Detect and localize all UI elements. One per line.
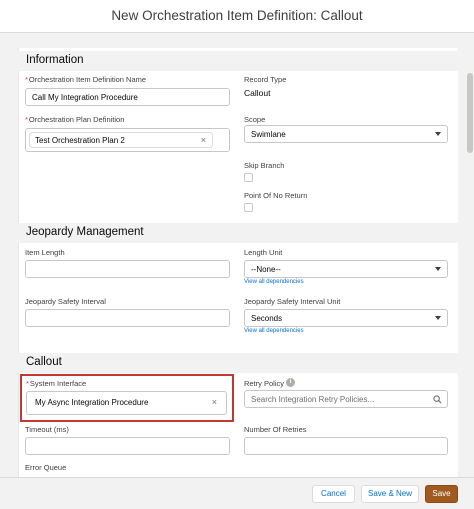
modal-footer: Cancel Save & New Save (0, 477, 474, 509)
safety-interval-label: Jeopardy Safety Interval (25, 297, 106, 306)
section-jeopardy: Jeopardy Management (18, 223, 458, 243)
view-dependencies-link[interactable]: View all dependencies (244, 279, 304, 285)
safety-interval-input[interactable] (25, 309, 230, 327)
name-label: *Orchestration Item Definition Name (25, 75, 147, 84)
skip-branch-label: Skip Branch (244, 161, 285, 170)
skip-branch-checkbox[interactable] (244, 173, 253, 182)
system-interface-pill[interactable]: My Async Integration Procedure × (30, 395, 223, 411)
system-interface-value: My Async Integration Procedure (35, 398, 149, 407)
retry-policy-placeholder: Search Integration Retry Policies... (251, 395, 375, 404)
section-information-title: Information (26, 54, 84, 66)
record-type-value: Callout (244, 88, 271, 98)
chevron-down-icon (435, 316, 441, 320)
clear-icon[interactable]: × (201, 135, 206, 145)
section-callout-title: Callout (26, 356, 62, 368)
point-of-no-return-label: Point Of No Return (244, 191, 308, 200)
record-type-label: Record Type (244, 75, 287, 84)
number-of-retries-label: Number Of Retries (244, 425, 307, 434)
save-new-button[interactable]: Save & New (361, 485, 419, 503)
modal-header: New Orchestration Item Definition: Callo… (0, 0, 474, 33)
chevron-down-icon (435, 132, 441, 136)
number-of-retries-input[interactable] (244, 437, 448, 455)
item-length-input[interactable] (25, 260, 230, 278)
section-information: Information (18, 51, 458, 71)
point-of-no-return-checkbox[interactable] (244, 203, 253, 212)
system-interface-label: *System Interface (26, 379, 87, 388)
plan-pill-label: Test Orchestration Plan 2 (35, 136, 125, 145)
timeout-input[interactable] (25, 437, 230, 455)
clear-icon[interactable]: × (212, 397, 217, 407)
scrollbar-thumb[interactable] (467, 73, 473, 153)
system-interface-lookup[interactable]: My Async Integration Procedure × (26, 391, 227, 415)
length-unit-select[interactable]: --None-- (244, 260, 448, 278)
safety-interval-unit-value: Seconds (251, 314, 283, 323)
scope-select[interactable]: Swimlane (244, 125, 448, 143)
length-unit-value: --None-- (251, 265, 281, 274)
scrollbar[interactable] (466, 33, 474, 477)
safety-interval-unit-select[interactable]: Seconds (244, 309, 448, 327)
item-length-label: Item Length (25, 248, 65, 257)
info-icon[interactable]: i (286, 378, 295, 387)
name-input[interactable]: Call My Integration Procedure (25, 88, 230, 106)
save-button[interactable]: Save (425, 485, 458, 503)
search-icon (433, 395, 442, 404)
view-dependencies-link-2[interactable]: View all dependencies (244, 328, 304, 334)
plan-label: *Orchestration Plan Definition (25, 115, 125, 124)
safety-interval-unit-label: Jeopardy Safety Interval Unit (244, 297, 341, 306)
plan-pill[interactable]: Test Orchestration Plan 2 × (29, 132, 213, 148)
plan-lookup[interactable]: Test Orchestration Plan 2 × (25, 128, 230, 152)
modal-body[interactable]: Information *Orchestration Item Definiti… (0, 33, 474, 477)
cancel-button[interactable]: Cancel (312, 485, 355, 503)
section-jeopardy-title: Jeopardy Management (26, 226, 144, 238)
modal-title: New Orchestration Item Definition: Callo… (111, 8, 363, 23)
scope-label: Scope (244, 115, 266, 124)
error-queue-label: Error Queue (25, 463, 67, 472)
chevron-down-icon (435, 267, 441, 271)
retry-policy-label: Retry Policy (244, 379, 285, 388)
section-callout: Callout (18, 353, 458, 373)
scope-value: Swimlane (251, 130, 286, 139)
length-unit-label: Length Unit (244, 248, 283, 257)
retry-policy-search[interactable]: Search Integration Retry Policies... (244, 390, 448, 408)
timeout-label: Timeout (ms) (25, 425, 69, 434)
